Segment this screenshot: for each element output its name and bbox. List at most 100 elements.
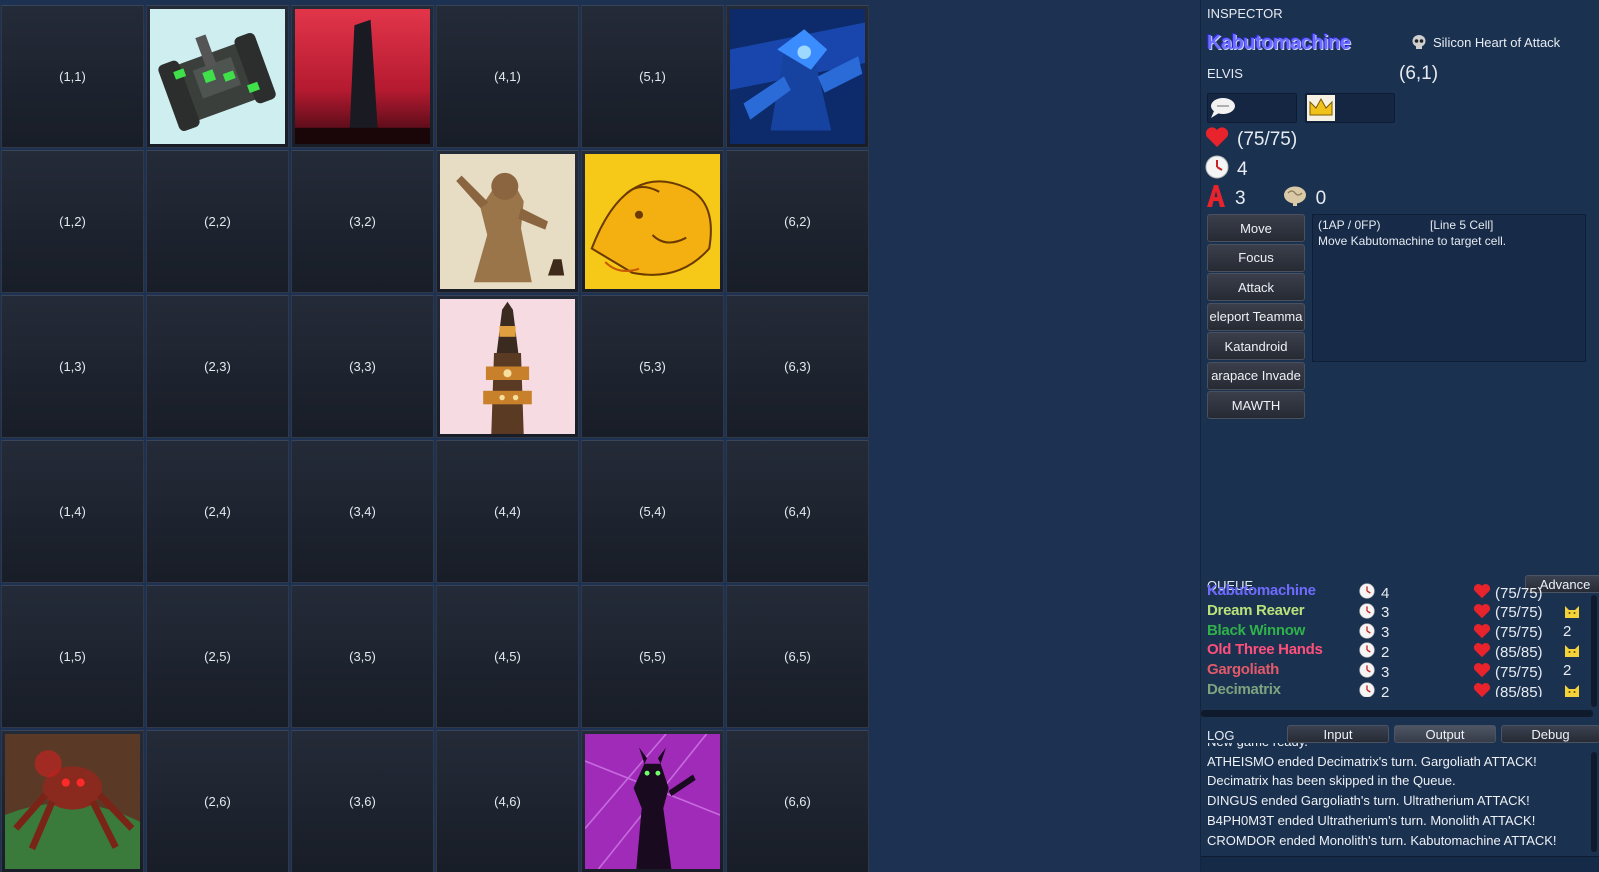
log-line: CROMDOR ended Monolith's turn. Kabutomac…	[1207, 832, 1557, 848]
heart-icon	[1473, 603, 1491, 623]
cell-2-1[interactable]	[146, 5, 289, 148]
cell-2-5[interactable]: (2,5)	[146, 585, 289, 728]
cell-4-1[interactable]: (4,1)	[436, 5, 579, 148]
slot-2[interactable]	[1305, 93, 1395, 123]
queue-time: 4	[1359, 583, 1389, 603]
cell-4-2[interactable]	[436, 150, 579, 293]
mech-unit-portrait[interactable]	[730, 9, 865, 144]
cell-4-4[interactable]: (4,4)	[436, 440, 579, 583]
queue-unit-name[interactable]: Decimatrix	[1207, 681, 1281, 697]
ability-button-4[interactable]: Katandroid	[1207, 332, 1305, 360]
cell-4-6[interactable]: (4,6)	[436, 730, 579, 872]
cell-6-6[interactable]: (6,6)	[726, 730, 869, 872]
cell-1-6[interactable]	[1, 730, 144, 872]
ability-button-0[interactable]: Move	[1207, 214, 1305, 242]
ability-button-5[interactable]: arapace Invade	[1207, 361, 1305, 390]
ability-button-3[interactable]: eleport Teamma	[1207, 302, 1305, 331]
ability-button-1[interactable]: Focus	[1207, 243, 1305, 272]
clock-icon	[1205, 155, 1229, 185]
clock-icon	[1359, 603, 1375, 623]
cell-coordinate-label: (1,5)	[59, 649, 86, 664]
tab-debug[interactable]: Debug	[1501, 725, 1599, 743]
cell-2-4[interactable]: (2,4)	[146, 440, 289, 583]
tank-unit-portrait[interactable]	[150, 9, 285, 144]
cell-3-3[interactable]: (3,3)	[291, 295, 434, 438]
spider-unit-portrait[interactable]	[5, 734, 140, 869]
ability-detail: (1AP / 0FP) [Line 5 Cell] Move Kabutomac…	[1312, 214, 1586, 362]
cell-5-6[interactable]	[581, 730, 724, 872]
cell-3-5[interactable]: (3,5)	[291, 585, 434, 728]
queue-row[interactable]: Gargoliath 3 (75/75)	[1207, 661, 1587, 681]
queue-scrollbar[interactable]	[1591, 595, 1597, 707]
demon-unit-portrait[interactable]	[585, 734, 720, 869]
clock-icon	[1359, 583, 1375, 603]
queue-unit-name[interactable]: Kabutomachine	[1207, 582, 1316, 599]
cell-6-1[interactable]	[726, 5, 869, 148]
slot-1[interactable]	[1207, 93, 1297, 123]
queue-time: 3	[1359, 622, 1389, 643]
cell-1-2[interactable]: (1,2)	[1, 150, 144, 293]
tab-input[interactable]: Input	[1287, 725, 1389, 743]
clock-icon	[1359, 682, 1375, 697]
trait-label: Silicon Heart of Attack	[1433, 34, 1561, 50]
cell-4-5[interactable]: (4,5)	[436, 585, 579, 728]
cell-5-2[interactable]	[581, 150, 724, 293]
cell-5-4[interactable]: (5,4)	[581, 440, 724, 583]
cell-3-6[interactable]: (3,6)	[291, 730, 434, 872]
brain-icon	[1282, 185, 1308, 213]
queue-row[interactable]: Black Winnow 3 (75/75)	[1207, 622, 1587, 642]
tab-output[interactable]: Output	[1394, 725, 1496, 743]
queue-row[interactable]: Old Three Hands 2 (85/85) 2	[1207, 641, 1587, 679]
giant-unit-portrait[interactable]	[440, 154, 575, 289]
cell-5-3[interactable]: (5,3)	[581, 295, 724, 438]
cell-1-4[interactable]: (1,4)	[1, 440, 144, 583]
cell-2-6[interactable]: (2,6)	[146, 730, 289, 872]
ability-cost: (1AP / 0FP)	[1318, 218, 1381, 232]
cell-1-1[interactable]: (1,1)	[1, 5, 144, 148]
cell-4-3[interactable]	[436, 295, 579, 438]
log-scrollbar[interactable]	[1591, 752, 1597, 852]
queue-unit-name[interactable]: Black Winnow	[1207, 622, 1305, 639]
queue-row[interactable]: Dream Reaver 3 (75/75) 2	[1207, 602, 1587, 640]
cell-3-1[interactable]	[291, 5, 434, 148]
queue-hp: (75/75)	[1473, 662, 1543, 682]
ability-button-6[interactable]: MAWTH	[1207, 391, 1305, 419]
cell-6-2[interactable]: (6,2)	[726, 150, 869, 293]
queue-unit-name[interactable]: Dream Reaver	[1207, 602, 1305, 619]
cell-2-3[interactable]: (2,3)	[146, 295, 289, 438]
log-line: B4PH0M3T ended Ultratherium's turn. Mono…	[1207, 812, 1536, 828]
log-input-field[interactable]	[1201, 856, 1599, 872]
ability-button-2[interactable]: Attack	[1207, 273, 1305, 301]
cell-6-4[interactable]: (6,4)	[726, 440, 869, 583]
cell-6-5[interactable]: (6,5)	[726, 585, 869, 728]
cell-2-2[interactable]: (2,2)	[146, 150, 289, 293]
cell-3-4[interactable]: (3,4)	[291, 440, 434, 583]
beast-unit-portrait[interactable]	[585, 154, 720, 289]
tower-unit-portrait[interactable]	[440, 299, 575, 434]
cell-6-3[interactable]: (6,3)	[726, 295, 869, 438]
monolith-unit-portrait[interactable]	[295, 9, 430, 144]
cell-coordinate-label: (5,1)	[639, 69, 666, 84]
queue-unit-name[interactable]: Gargoliath	[1207, 661, 1279, 678]
queue-unit-name[interactable]: Old Three Hands	[1207, 641, 1323, 658]
queue-time-value: 3	[1381, 663, 1390, 681]
cell-5-5[interactable]: (5,5)	[581, 585, 724, 728]
queue-hscrollbar[interactable]	[1201, 710, 1593, 717]
cell-coordinate-label: (3,5)	[349, 649, 376, 664]
cell-1-3[interactable]: (1,3)	[1, 295, 144, 438]
inspector-header: INSPECTOR	[1207, 6, 1283, 21]
cat-icon	[1563, 685, 1581, 697]
log-header: LOG	[1207, 728, 1235, 743]
queue-row[interactable]: Kabutomachine 4 (75/75)	[1207, 582, 1587, 602]
cell-5-1[interactable]: (5,1)	[581, 5, 724, 148]
queue-list: Kabutomachine 4 (75/75) Dream Reaver 3 (75/75…	[1201, 572, 1599, 714]
cell-coordinate-label: (6,2)	[784, 214, 811, 229]
cell-3-2[interactable]: (3,2)	[291, 150, 434, 293]
queue-row[interactable]: Decimatrix 2 (85/85) 3	[1207, 681, 1587, 697]
heart-icon	[1473, 642, 1491, 662]
queue-time-value: 3	[1381, 604, 1390, 622]
cell-1-5[interactable]: (1,5)	[1, 585, 144, 728]
clock-icon	[1359, 642, 1375, 662]
cat-icon	[1563, 645, 1581, 662]
queue-time-value: 4	[1381, 584, 1390, 602]
